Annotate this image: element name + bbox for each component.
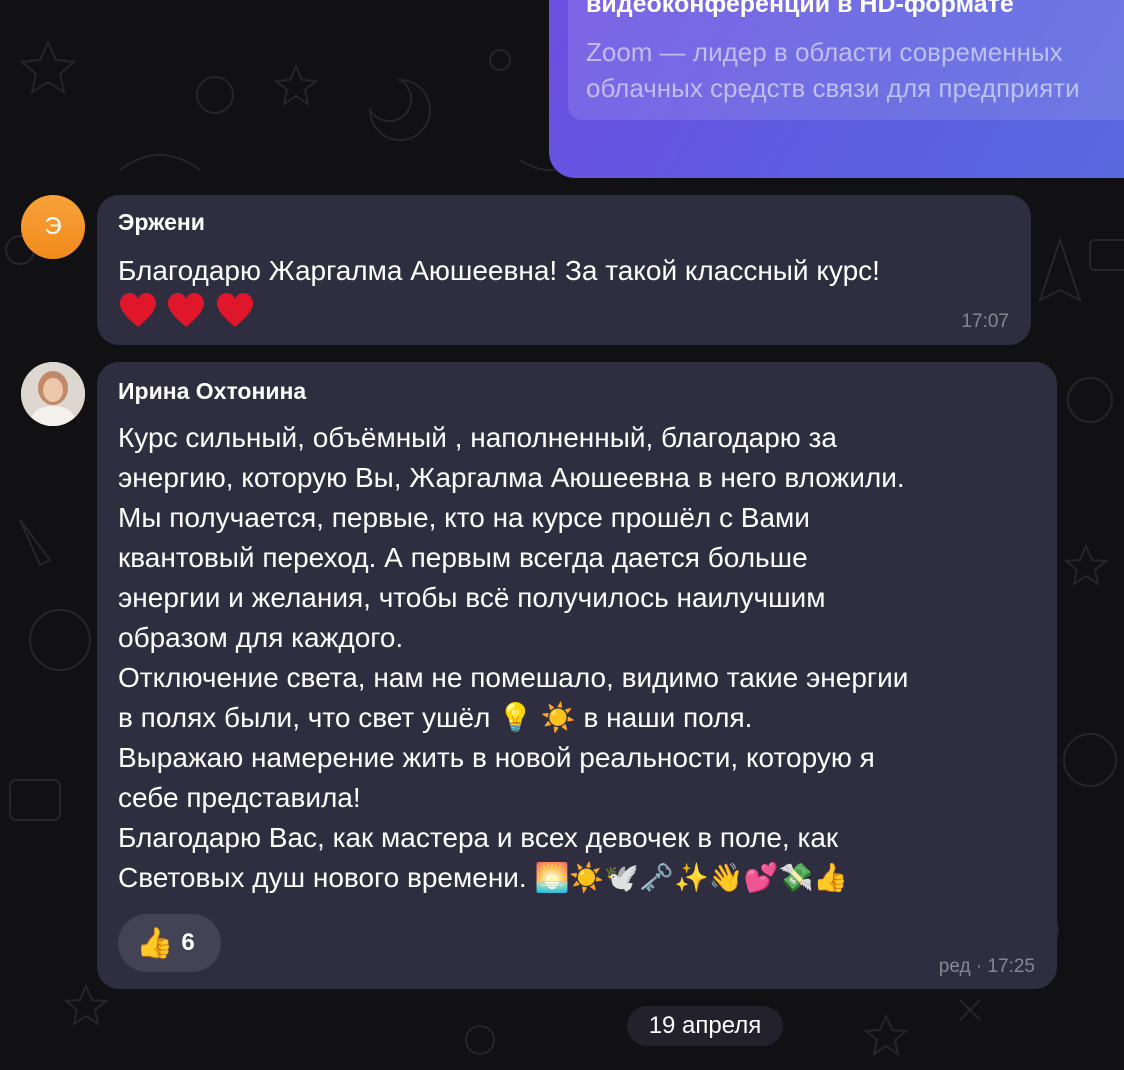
message-time: 17:07 [961,311,1009,332]
link-preview-description: Zoom — лидер в области современных облач… [586,34,1124,106]
message-bubble-irina[interactable]: Ирина Охтонина Курс сильный, объёмный , … [97,362,1057,989]
link-preview-description-text: Zoom — лидер в области современных облач… [586,37,1080,103]
reaction-thumbs-up[interactable]: 👍 6 [118,914,221,972]
red-heart-icon [168,293,205,327]
red-heart-icon [120,293,156,327]
chat-area: видеоконференций в HD-формате Zoom — лид… [0,0,1124,1070]
avatar-letter: Э [44,213,62,240]
heart-emojis: ❤️❤️❤️ [118,291,259,331]
date-separator[interactable]: 19 апреля [627,1006,783,1046]
red-heart-icon [216,293,253,327]
message-text: Благодарю Жаргалма Аюшеевна! За такой кл… [118,255,880,286]
thumbs-up-icon: 👍 [136,926,174,960]
message-bubble-erzheni[interactable]: Эржени Благодарю Жаргалма Аюшеевна! За т… [97,195,1031,345]
sender-name[interactable]: Эржени [118,209,205,236]
link-preview-card[interactable]: видеоконференций в HD-формате Zoom — лид… [568,0,1124,120]
avatar-irina[interactable] [21,362,85,426]
message-time-edited: ред · 17:25 [938,956,1035,977]
link-preview-title: видеоконференций в HD-формате [586,0,1014,18]
sender-name[interactable]: Ирина Охтонина [118,378,306,405]
avatar-erzheni[interactable]: Э [21,195,85,259]
user-photo-icon [21,362,85,426]
reaction-count: 6 [181,929,195,956]
message-text: Курс сильный, объёмный , наполненный, бл… [118,422,909,893]
